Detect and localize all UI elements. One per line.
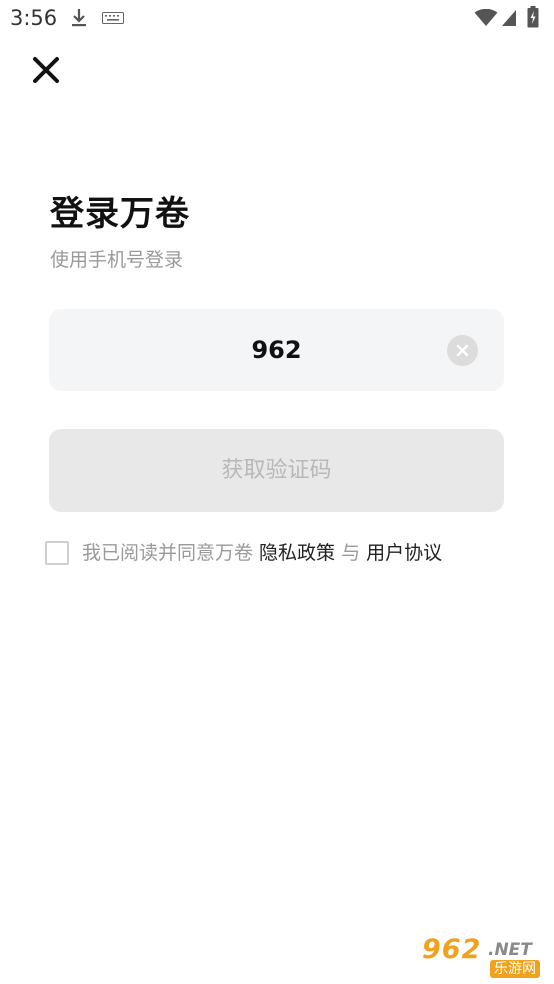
- privacy-policy-link[interactable]: 隐私政策: [259, 542, 335, 564]
- keyboard-icon: [102, 12, 124, 24]
- agreement-prefix: 我已阅读并同意万卷: [82, 542, 260, 564]
- user-agreement-link[interactable]: 用户协议: [366, 542, 442, 564]
- watermark-logo: 962 .NET 乐游网: [414, 934, 548, 982]
- get-code-button[interactable]: 获取验证码: [49, 429, 504, 512]
- download-icon: [72, 9, 86, 27]
- watermark-main: 962: [422, 934, 482, 965]
- watermark-sub: 乐游网: [490, 960, 540, 978]
- agree-checkbox[interactable]: [45, 541, 69, 565]
- wifi-icon: [474, 9, 498, 26]
- clear-icon: [456, 344, 469, 357]
- page-title: 登录万卷: [50, 194, 190, 234]
- watermark-suffix: .NET: [488, 940, 532, 960]
- status-bar: 3:56: [0, 0, 554, 36]
- page-subtitle: 使用手机号登录: [50, 249, 184, 271]
- agreement-text: 我已阅读并同意万卷 隐私政策 与 用户协议: [82, 540, 442, 566]
- status-time: 3:56: [10, 6, 58, 30]
- clear-input-button[interactable]: [447, 335, 478, 366]
- close-button[interactable]: [30, 54, 62, 86]
- phone-field: [49, 309, 504, 391]
- phone-input[interactable]: [49, 309, 504, 391]
- signal-icon: [502, 10, 516, 26]
- agreement-connector: 与: [335, 542, 367, 564]
- close-icon: [33, 57, 59, 83]
- agreement-row: 我已阅读并同意万卷 隐私政策 与 用户协议: [45, 540, 525, 568]
- battery-icon: [527, 6, 539, 28]
